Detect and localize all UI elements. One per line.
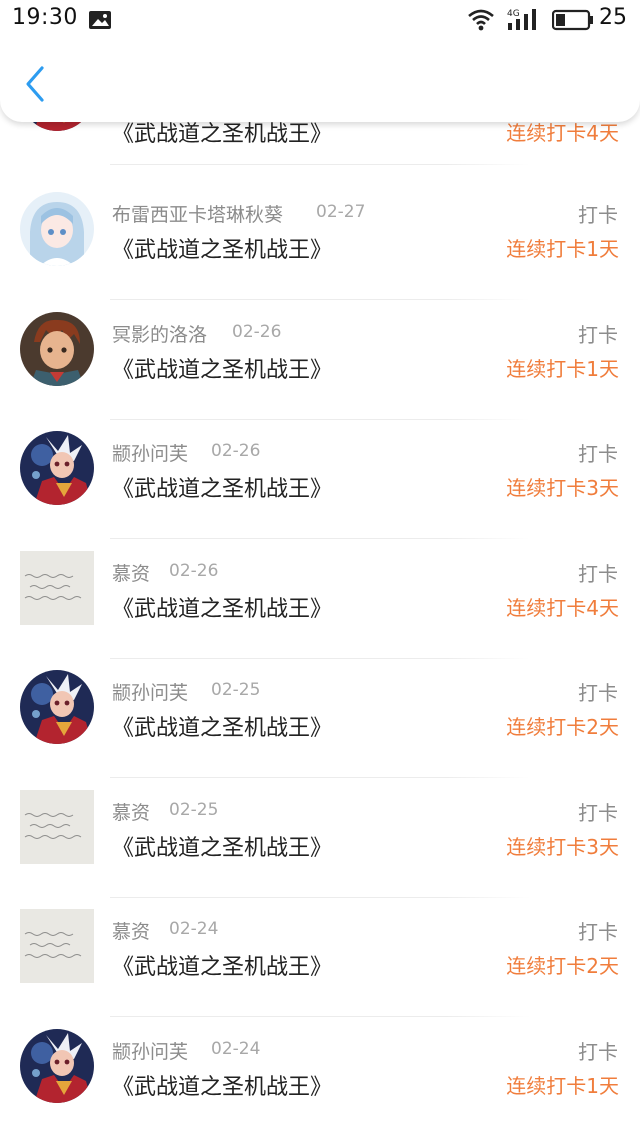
date-label: 02-26 [169,561,219,581]
streak-label: 连续打卡1天 [506,237,619,261]
list-item[interactable]: 颛孙问芙 02-26 《武战道之圣机战王》 打卡 连续打卡3天 [0,420,640,540]
avatar[interactable] [20,909,94,983]
date-label: 02-26 [232,322,282,342]
date-label: 02-25 [211,680,261,700]
book-title[interactable]: 《武战道之圣机战王》 [112,352,332,384]
checkin-label: 打卡 [578,920,618,944]
list-item[interactable]: 慕资 02-24 《武战道之圣机战王》 打卡 连续打卡2天 [0,898,640,1018]
user-name[interactable]: 慕资 [112,798,150,825]
checkin-label: 打卡 [578,442,618,466]
user-name[interactable]: 慕资 [112,559,150,586]
book-title[interactable]: 《武战道之圣机战王》 [112,591,332,623]
list-item[interactable]: 颛孙问芙 02-24 《武战道之圣机战王》 打卡 连续打卡1天 [0,1018,640,1138]
user-name[interactable]: 颛孙问芙 [112,1037,188,1064]
hero-character-avatar-icon [20,431,94,505]
date-label: 02-24 [169,919,219,939]
checkin-label: 打卡 [578,203,618,227]
date-label: 02-24 [211,1039,261,1059]
book-title[interactable]: 《武战道之圣机战王》 [112,949,332,981]
nav-bar [0,40,640,122]
book-title[interactable]: 《武战道之圣机战王》 [112,830,332,862]
checkin-label: 打卡 [578,801,618,825]
streak-label: 连续打卡1天 [506,1074,619,1098]
streak-label: 连续打卡1天 [506,357,619,381]
row-divider [110,299,530,300]
user-name[interactable]: 布雷西亚卡塔琳秋葵 [112,200,283,227]
book-title[interactable]: 《武战道之圣机战王》 [112,710,332,742]
avatar[interactable] [20,431,94,505]
date-label: 02-25 [169,800,219,820]
back-arrow-icon[interactable] [18,62,54,106]
handwriting-note-avatar-icon [20,551,94,625]
avatar[interactable] [20,670,94,744]
avatar[interactable] [20,551,94,625]
user-name[interactable]: 颛孙问芙 [112,439,188,466]
avatar[interactable] [20,1029,94,1103]
anime-girl-avatar-icon [20,192,94,266]
avatar[interactable] [20,790,94,864]
list-item[interactable]: 慕资 02-26 《武战道之圣机战王》 打卡 连续打卡4天 [0,540,640,660]
user-name[interactable]: 冥影的洛洛 [112,320,207,347]
avatar[interactable] [20,312,94,386]
cartoon-boy-avatar-icon [20,312,94,386]
date-label: 02-27 [316,202,366,222]
status-time: 19:30 [12,5,78,30]
battery-percent: 25 [599,5,627,30]
checkin-label: 打卡 [578,1040,618,1064]
book-title[interactable]: 《武战道之圣机战王》 [112,1069,332,1101]
row-divider [110,538,530,539]
checkin-list: 《武战道之圣机战王》 连续打卡4天 布雷西亚卡塔琳秋葵 02-27 《武战道之圣… [0,0,640,1138]
battery-icon [552,9,593,31]
user-name[interactable]: 颛孙问芙 [112,678,188,705]
row-divider [110,1016,530,1017]
streak-label: 连续打卡2天 [506,954,619,978]
hero-character-avatar-icon [20,670,94,744]
row-divider [110,164,530,165]
checkin-label: 打卡 [578,562,618,586]
image-notification-icon [89,11,111,29]
streak-label: 连续打卡3天 [506,835,619,859]
book-title[interactable]: 《武战道之圣机战王》 [112,471,332,503]
streak-label: 连续打卡3天 [506,476,619,500]
svg-text:4G: 4G [507,9,520,19]
date-label: 02-26 [211,441,261,461]
list-item[interactable]: 布雷西亚卡塔琳秋葵 02-27 《武战道之圣机战王》 打卡 连续打卡1天 [0,181,640,301]
book-title[interactable]: 《武战道之圣机战王》 [112,232,332,264]
handwriting-note-avatar-icon [20,790,94,864]
list-item[interactable]: 冥影的洛洛 02-26 《武战道之圣机战王》 打卡 连续打卡1天 [0,301,640,421]
hero-character-avatar-icon [20,1029,94,1103]
avatar[interactable] [20,192,94,266]
user-name[interactable]: 慕资 [112,917,150,944]
status-bar: 19:30 4G 25 [0,0,640,40]
checkin-label: 打卡 [578,323,618,347]
list-item[interactable]: 颛孙问芙 02-25 《武战道之圣机战王》 打卡 连续打卡2天 [0,659,640,779]
handwriting-note-avatar-icon [20,909,94,983]
list-item[interactable]: 慕资 02-25 《武战道之圣机战王》 打卡 连续打卡3天 [0,779,640,899]
row-divider [110,777,530,778]
streak-label: 连续打卡2天 [506,715,619,739]
streak-label: 连续打卡4天 [506,596,619,620]
cellular-signal-icon: 4G [507,9,536,30]
checkin-label: 打卡 [578,681,618,705]
wifi-icon [468,9,494,31]
